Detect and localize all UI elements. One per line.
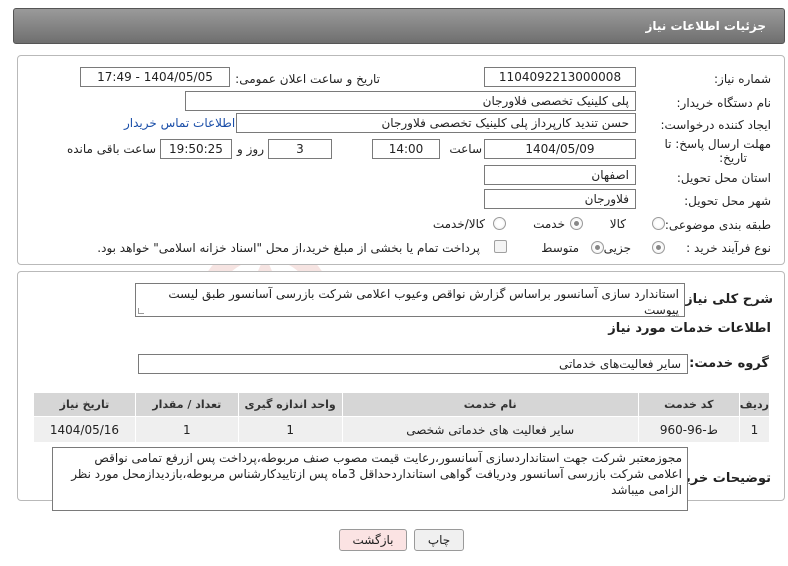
purchase-type-option-minor: جزیی bbox=[603, 241, 631, 255]
deadline-time-field: 14:00 bbox=[372, 139, 440, 159]
col-row-number: ردیف bbox=[738, 392, 771, 417]
requester-field: حسن تندید کارپرداز پلی کلینیک تخصصی فلاو… bbox=[236, 113, 636, 133]
city-label: شهر محل تحویل: bbox=[684, 194, 771, 208]
province-label: استان محل تحویل: bbox=[676, 171, 771, 185]
cell-service-code: ط-96-960 bbox=[637, 416, 740, 443]
category-radio-goods-service[interactable] bbox=[493, 217, 506, 230]
page-header: جزئیات اطلاعات نیاز bbox=[13, 8, 785, 44]
remaining-time-field: 19:50:25 bbox=[160, 139, 232, 159]
resize-grip-icon[interactable] bbox=[138, 308, 144, 314]
deadline-time-label: ساعت bbox=[449, 142, 482, 156]
buyer-org-label: نام دستگاه خریدار: bbox=[676, 96, 772, 110]
purchase-type-radio-medium[interactable] bbox=[591, 241, 604, 254]
col-need-date: تاریخ نیاز bbox=[33, 392, 136, 417]
buyer-org-field: پلی کلینیک تخصصی فلاورجان bbox=[185, 91, 636, 111]
province-field: اصفهان bbox=[484, 165, 636, 185]
print-button[interactable]: چاپ bbox=[414, 529, 464, 551]
category-radio-goods[interactable] bbox=[652, 217, 665, 230]
announce-datetime-field: 1404/05/05 - 17:49 bbox=[80, 67, 230, 87]
service-group-field: سایر فعالیت‌های خدماتی bbox=[138, 354, 688, 374]
category-option-goods: کالا bbox=[609, 217, 626, 231]
announce-datetime-label: تاریخ و ساعت اعلان عمومی: bbox=[235, 72, 380, 86]
cell-unit: 1 bbox=[237, 416, 343, 443]
remaining-days-label: روز و bbox=[237, 142, 264, 156]
remaining-time-label: ساعت باقی مانده bbox=[66, 142, 156, 156]
requester-label: ایجاد کننده درخواست: bbox=[660, 118, 771, 132]
deadline-date-field: 1404/05/09 bbox=[484, 139, 636, 159]
buyer-notes-text: مجوزمعتبر شرکت جهت استانداردسازی آسانسور… bbox=[71, 451, 682, 497]
table-row: 1 ط-96-960 سایر فعالیت های خدماتی شخصی 1… bbox=[33, 416, 771, 443]
page-title: جزئیات اطلاعات نیاز bbox=[645, 19, 766, 33]
treasury-payment-checkbox[interactable] bbox=[494, 240, 507, 253]
table-header-row: ردیف کد خدمت نام خدمت واحد اندازه گیری ت… bbox=[33, 392, 771, 417]
services-table: ردیف کد خدمت نام خدمت واحد اندازه گیری ت… bbox=[33, 392, 771, 443]
purchase-type-radio-minor[interactable] bbox=[652, 241, 665, 254]
cell-quantity: 1 bbox=[134, 416, 239, 443]
city-field: فلاورجان bbox=[484, 189, 636, 209]
col-service-name: نام خدمت bbox=[341, 392, 639, 417]
need-number-field: 1104092213000008 bbox=[484, 67, 636, 87]
cell-row-number: 1 bbox=[738, 416, 771, 443]
deadline-label-line2: تاریخ: bbox=[719, 151, 747, 165]
need-number-label: شماره نیاز: bbox=[714, 72, 771, 86]
treasury-payment-note: پرداخت تمام یا بخشی از مبلغ خرید،از محل … bbox=[97, 241, 480, 255]
general-description-label: شرح کلی نیاز: bbox=[679, 292, 773, 307]
buyer-contact-link[interactable]: اطلاعات تماس خریدار bbox=[124, 116, 235, 130]
cell-service-name: سایر فعالیت های خدماتی شخصی bbox=[341, 416, 639, 443]
service-group-label: گروه خدمت: bbox=[689, 356, 769, 371]
cell-need-date: 1404/05/16 bbox=[33, 416, 136, 443]
general-description-text: استاندارد سازی آسانسور براساس گزارش نواق… bbox=[168, 287, 679, 317]
back-button[interactable]: بازگشت bbox=[339, 529, 407, 551]
col-quantity: تعداد / مقدار bbox=[134, 392, 239, 417]
purchase-type-label: نوع فرآیند خرید : bbox=[686, 241, 771, 255]
general-description-textarea[interactable]: استاندارد سازی آسانسور براساس گزارش نواق… bbox=[135, 283, 685, 317]
category-option-service: خدمت bbox=[533, 217, 565, 231]
category-radio-service[interactable] bbox=[570, 217, 583, 230]
category-option-goods-service: کالا/خدمت bbox=[432, 217, 485, 231]
col-service-code: کد خدمت bbox=[637, 392, 740, 417]
remaining-days-field: 3 bbox=[268, 139, 332, 159]
col-unit: واحد اندازه گیری bbox=[237, 392, 343, 417]
category-label: طبقه بندی موضوعی: bbox=[664, 218, 771, 232]
deadline-label-line1: مهلت ارسال پاسخ: تا bbox=[664, 137, 771, 151]
services-info-title: اطلاعات خدمات مورد نیاز bbox=[608, 321, 771, 336]
purchase-type-option-medium: متوسط bbox=[541, 241, 579, 255]
buyer-notes-textarea[interactable]: مجوزمعتبر شرکت جهت استانداردسازی آسانسور… bbox=[52, 447, 688, 511]
